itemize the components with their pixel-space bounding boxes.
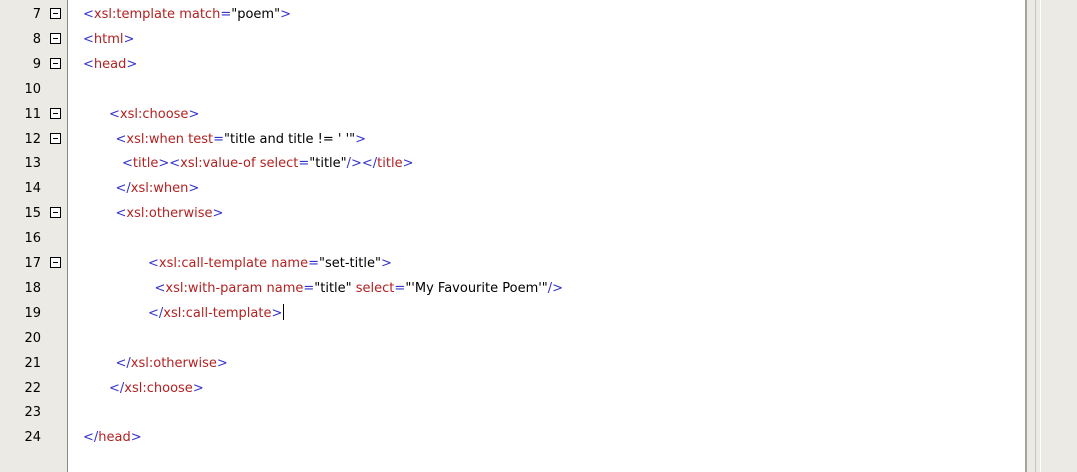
code-line[interactable]: 14 </xsl:when> bbox=[0, 177, 1077, 200]
line-number: 15 bbox=[24, 206, 41, 222]
line-number: 7 bbox=[32, 7, 41, 22]
code-text[interactable]: </xsl:otherwise> bbox=[116, 352, 228, 375]
code-line[interactable]: 12 <xsl:when test="title and title != ' '… bbox=[0, 128, 1077, 151]
code-line[interactable]: 24 </head> bbox=[0, 426, 1077, 449]
line-number: 11 bbox=[24, 106, 41, 122]
line-number: 21 bbox=[24, 355, 41, 371]
code-text[interactable]: <xsl:template match="poem"> bbox=[83, 3, 291, 26]
code-text[interactable]: <title><xsl:value-of select="title"/></t… bbox=[122, 152, 414, 175]
collapse-icon[interactable] bbox=[50, 107, 61, 119]
code-text[interactable]: </xsl:choose> bbox=[109, 377, 204, 400]
code-line[interactable]: 7 <xsl:template match="poem"> bbox=[0, 3, 1077, 26]
code-line[interactable]: 10 bbox=[0, 78, 1077, 101]
collapse-icon[interactable] bbox=[50, 132, 61, 144]
collapse-icon[interactable] bbox=[50, 257, 61, 268]
code-text[interactable]: </xsl:when> bbox=[116, 177, 200, 200]
code-text[interactable]: <xsl:choose> bbox=[109, 103, 199, 126]
code-line[interactable]: 9 <head> bbox=[0, 53, 1077, 76]
line-number: 19 bbox=[24, 305, 41, 321]
collapse-icon[interactable] bbox=[50, 32, 61, 44]
code-text[interactable]: <xsl:with-param name="title" select="'My… bbox=[155, 277, 564, 300]
code-text[interactable]: </xsl:call-template> bbox=[148, 302, 285, 325]
code-line[interactable]: 21 </xsl:otherwise> bbox=[0, 352, 1077, 375]
collapse-icon[interactable] bbox=[50, 57, 61, 69]
line-number: 16 bbox=[24, 231, 41, 247]
line-number: 22 bbox=[24, 380, 41, 396]
code-line[interactable]: 11 <xsl:choose> bbox=[0, 103, 1077, 126]
code-line[interactable]: 16 bbox=[0, 227, 1077, 250]
line-number: 17 bbox=[24, 256, 41, 271]
line-number: 24 bbox=[24, 430, 41, 446]
text-cursor bbox=[283, 303, 285, 320]
collapse-icon[interactable] bbox=[50, 207, 61, 219]
line-number: 9 bbox=[32, 56, 41, 72]
code-line[interactable]: 17 <xsl:call-template name="set-title"> bbox=[0, 252, 1077, 275]
code-line[interactable]: 22 </xsl:choose> bbox=[0, 377, 1077, 400]
line-number: 12 bbox=[24, 131, 41, 147]
code-line[interactable]: 15 <xsl:otherwise> bbox=[0, 202, 1077, 225]
code-line[interactable]: 20 bbox=[0, 327, 1077, 350]
code-text[interactable]: <html> bbox=[83, 28, 134, 51]
line-number: 13 bbox=[24, 156, 41, 172]
code-text[interactable]: </head> bbox=[83, 426, 142, 449]
code-line[interactable]: 8 <html> bbox=[0, 28, 1077, 51]
line-number: 18 bbox=[24, 280, 41, 296]
collapse-icon[interactable] bbox=[50, 8, 61, 19]
line-number: 10 bbox=[24, 81, 41, 97]
code-line[interactable]: 13 <title><xsl:value-of select="title"/><… bbox=[0, 152, 1077, 175]
code-line[interactable]: 18 <xsl:with-param name="title" select="'… bbox=[0, 277, 1077, 300]
code-editor[interactable]: 7 <xsl:template match="poem"> 8 <html> 9 <hea… bbox=[0, 0, 1077, 472]
code-text[interactable]: <xsl:otherwise> bbox=[116, 202, 224, 225]
code-text[interactable]: <xsl:when test="title and title != ' '"> bbox=[116, 128, 367, 151]
code-line[interactable]: 19 </xsl:call-template> bbox=[0, 302, 1077, 325]
line-number: 23 bbox=[24, 405, 41, 421]
code-text[interactable]: <xsl:call-template name="set-title"> bbox=[148, 252, 392, 275]
code-text[interactable]: <head> bbox=[83, 53, 137, 76]
line-number: 14 bbox=[24, 181, 41, 197]
line-number: 8 bbox=[32, 31, 41, 47]
line-number: 20 bbox=[24, 330, 41, 346]
code-line[interactable]: 23 bbox=[0, 401, 1077, 424]
